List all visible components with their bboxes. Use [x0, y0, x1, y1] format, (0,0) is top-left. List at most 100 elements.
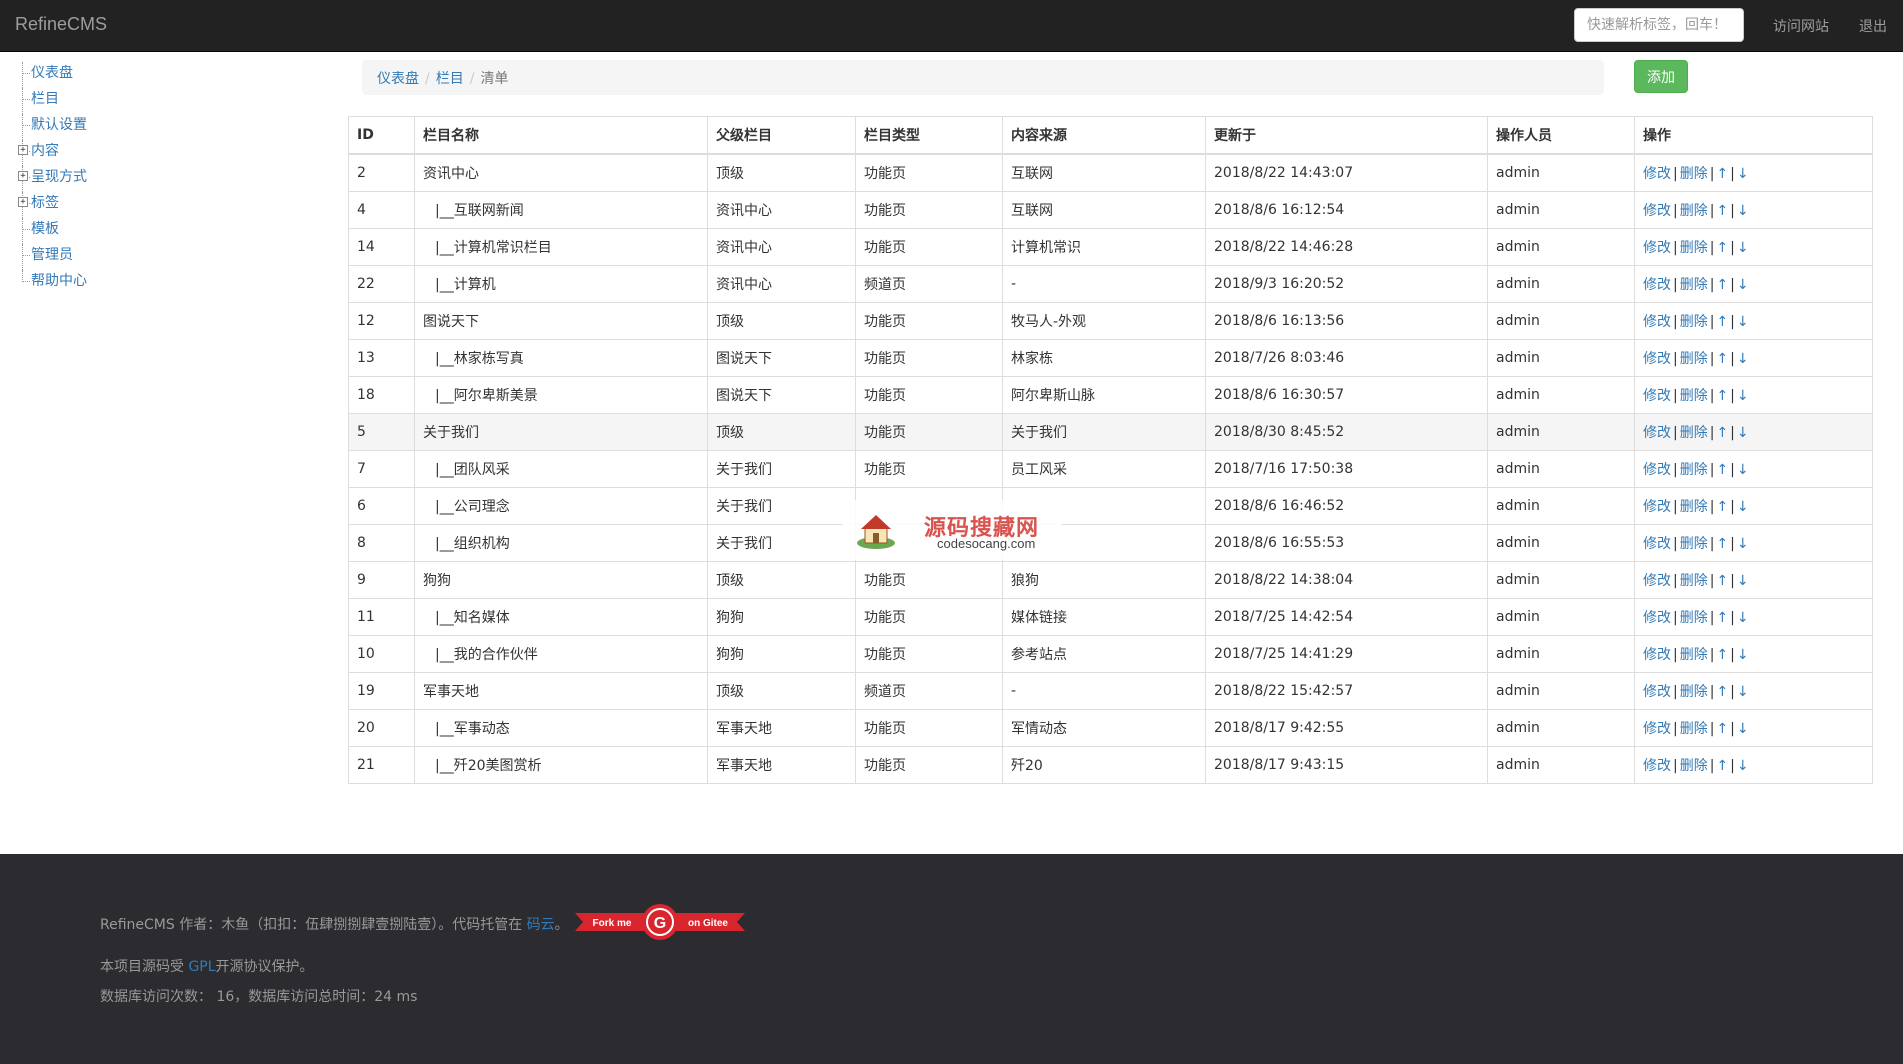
breadcrumb-columns[interactable]: 栏目: [436, 71, 464, 87]
edit-link[interactable]: 修改: [1643, 610, 1671, 626]
gitee-link[interactable]: 码云: [527, 917, 555, 933]
delete-link[interactable]: 删除: [1680, 758, 1708, 774]
sidebar-item-label[interactable]: 栏目: [31, 91, 59, 107]
delete-link[interactable]: 删除: [1680, 721, 1708, 737]
move-up-icon[interactable]: ↑: [1716, 462, 1728, 478]
move-down-icon[interactable]: ↓: [1737, 610, 1749, 626]
move-up-icon[interactable]: ↑: [1716, 573, 1728, 589]
edit-link[interactable]: 修改: [1643, 388, 1671, 404]
delete-link[interactable]: 删除: [1680, 536, 1708, 552]
move-down-icon[interactable]: ↓: [1737, 721, 1749, 737]
move-up-icon[interactable]: ↑: [1716, 684, 1728, 700]
sidebar-item[interactable]: 栏目: [18, 88, 238, 114]
sidebar-item[interactable]: + 呈现方式: [18, 166, 238, 192]
delete-link[interactable]: 删除: [1680, 425, 1708, 441]
move-up-icon[interactable]: ↑: [1716, 277, 1728, 293]
edit-link[interactable]: 修改: [1643, 647, 1671, 663]
move-down-icon[interactable]: ↓: [1737, 240, 1749, 256]
ops-separator: |: [1673, 758, 1678, 774]
sidebar-item[interactable]: 模板: [18, 218, 238, 244]
move-down-icon[interactable]: ↓: [1737, 203, 1749, 219]
sidebar-item-label[interactable]: 标签: [31, 195, 59, 211]
move-down-icon[interactable]: ↓: [1737, 351, 1749, 367]
delete-link[interactable]: 删除: [1680, 388, 1708, 404]
move-up-icon[interactable]: ↑: [1716, 166, 1728, 182]
edit-link[interactable]: 修改: [1643, 240, 1671, 256]
move-down-icon[interactable]: ↓: [1737, 573, 1749, 589]
delete-link[interactable]: 删除: [1680, 166, 1708, 182]
move-up-icon[interactable]: ↑: [1716, 314, 1728, 330]
move-down-icon[interactable]: ↓: [1737, 758, 1749, 774]
add-button[interactable]: 添加: [1634, 60, 1688, 93]
delete-link[interactable]: 删除: [1680, 462, 1708, 478]
move-up-icon[interactable]: ↑: [1716, 610, 1728, 626]
move-down-icon[interactable]: ↓: [1737, 166, 1749, 182]
breadcrumb-dashboard[interactable]: 仪表盘: [377, 71, 419, 87]
delete-link[interactable]: 删除: [1680, 647, 1708, 663]
gpl-link[interactable]: GPL: [188, 959, 215, 975]
logout-link[interactable]: 退出: [1859, 16, 1887, 36]
move-down-icon[interactable]: ↓: [1737, 425, 1749, 441]
sidebar-item[interactable]: 仪表盘: [18, 62, 238, 88]
move-down-icon[interactable]: ↓: [1737, 277, 1749, 293]
move-down-icon[interactable]: ↓: [1737, 684, 1749, 700]
sidebar-item-label[interactable]: 模板: [31, 221, 59, 237]
sidebar-item-label[interactable]: 呈现方式: [31, 169, 87, 185]
move-up-icon[interactable]: ↑: [1716, 758, 1728, 774]
sidebar-item-label[interactable]: 管理员: [31, 247, 73, 263]
sidebar-item-label[interactable]: 内容: [31, 143, 59, 159]
edit-link[interactable]: 修改: [1643, 314, 1671, 330]
move-up-icon[interactable]: ↑: [1716, 647, 1728, 663]
brand-logo[interactable]: RefineCMS: [15, 14, 107, 35]
delete-link[interactable]: 删除: [1680, 240, 1708, 256]
delete-link[interactable]: 删除: [1680, 610, 1708, 626]
move-down-icon[interactable]: ↓: [1737, 536, 1749, 552]
delete-link[interactable]: 删除: [1680, 203, 1708, 219]
move-up-icon[interactable]: ↑: [1716, 388, 1728, 404]
delete-link[interactable]: 删除: [1680, 277, 1708, 293]
edit-link[interactable]: 修改: [1643, 462, 1671, 478]
move-down-icon[interactable]: ↓: [1737, 462, 1749, 478]
edit-link[interactable]: 修改: [1643, 721, 1671, 737]
delete-link[interactable]: 删除: [1680, 573, 1708, 589]
edit-link[interactable]: 修改: [1643, 166, 1671, 182]
delete-link[interactable]: 删除: [1680, 314, 1708, 330]
expand-plus-icon[interactable]: +: [18, 171, 28, 181]
sidebar-item[interactable]: 管理员: [18, 244, 238, 270]
sidebar-item-label[interactable]: 帮助中心: [31, 273, 87, 289]
edit-link[interactable]: 修改: [1643, 277, 1671, 293]
move-down-icon[interactable]: ↓: [1737, 647, 1749, 663]
fork-on-gitee-ribbon[interactable]: G Fork me on Gitee: [575, 903, 745, 941]
edit-link[interactable]: 修改: [1643, 351, 1671, 367]
move-down-icon[interactable]: ↓: [1737, 388, 1749, 404]
sidebar-item-label[interactable]: 仪表盘: [31, 65, 73, 81]
delete-link[interactable]: 删除: [1680, 499, 1708, 515]
delete-link[interactable]: 删除: [1680, 684, 1708, 700]
move-up-icon[interactable]: ↑: [1716, 721, 1728, 737]
edit-link[interactable]: 修改: [1643, 573, 1671, 589]
edit-link[interactable]: 修改: [1643, 499, 1671, 515]
move-up-icon[interactable]: ↑: [1716, 499, 1728, 515]
move-up-icon[interactable]: ↑: [1716, 351, 1728, 367]
move-up-icon[interactable]: ↑: [1716, 425, 1728, 441]
expand-plus-icon[interactable]: +: [18, 197, 28, 207]
visit-site-link[interactable]: 访问网站: [1773, 16, 1829, 36]
edit-link[interactable]: 修改: [1643, 203, 1671, 219]
edit-link[interactable]: 修改: [1643, 758, 1671, 774]
move-down-icon[interactable]: ↓: [1737, 499, 1749, 515]
move-up-icon[interactable]: ↑: [1716, 240, 1728, 256]
sidebar-item[interactable]: + 标签: [18, 192, 238, 218]
delete-link[interactable]: 删除: [1680, 351, 1708, 367]
sidebar-item[interactable]: 默认设置: [18, 114, 238, 140]
sidebar-item-label[interactable]: 默认设置: [31, 117, 87, 133]
move-down-icon[interactable]: ↓: [1737, 314, 1749, 330]
edit-link[interactable]: 修改: [1643, 425, 1671, 441]
sidebar-item[interactable]: + 内容: [18, 140, 238, 166]
move-up-icon[interactable]: ↑: [1716, 536, 1728, 552]
sidebar-item[interactable]: 帮助中心: [18, 270, 238, 296]
edit-link[interactable]: 修改: [1643, 536, 1671, 552]
move-up-icon[interactable]: ↑: [1716, 203, 1728, 219]
quick-tag-search-input[interactable]: [1574, 8, 1744, 42]
expand-plus-icon[interactable]: +: [18, 145, 28, 155]
edit-link[interactable]: 修改: [1643, 684, 1671, 700]
